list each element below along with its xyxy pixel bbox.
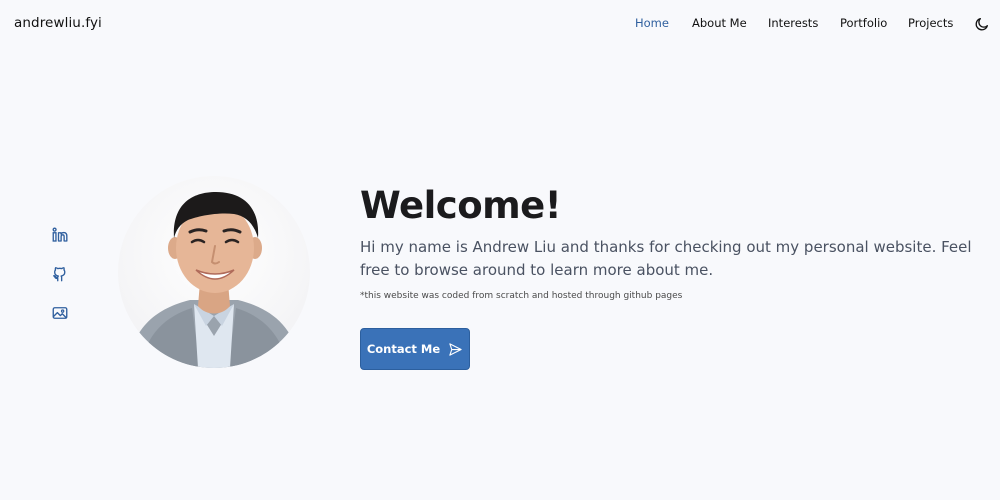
nav-about-me[interactable]: About Me: [692, 16, 747, 30]
page-title: Welcome!: [360, 184, 562, 227]
contact-me-button[interactable]: Contact Me: [360, 328, 470, 370]
main-nav: Home About Me Interests Portfolio Projec…: [0, 16, 1000, 34]
github-icon[interactable]: [51, 265, 69, 283]
intro-text: Hi my name is Andrew Liu and thanks for …: [360, 238, 972, 279]
social-links: [51, 226, 71, 343]
site-note: *this website was coded from scratch and…: [360, 291, 683, 301]
linkedin-icon[interactable]: [51, 226, 69, 244]
site-header: andrewliu.fyi Home About Me Interests Po…: [0, 0, 1000, 48]
nav-home[interactable]: Home: [635, 16, 669, 30]
contact-button-label: Contact Me: [366, 342, 441, 356]
image-icon[interactable]: [51, 304, 69, 322]
send-icon: [449, 342, 462, 356]
nav-projects[interactable]: Projects: [908, 16, 953, 30]
nav-portfolio[interactable]: Portfolio: [840, 16, 887, 30]
nav-interests[interactable]: Interests: [768, 16, 818, 30]
moon-icon[interactable]: [974, 16, 990, 32]
profile-photo: [118, 176, 310, 368]
